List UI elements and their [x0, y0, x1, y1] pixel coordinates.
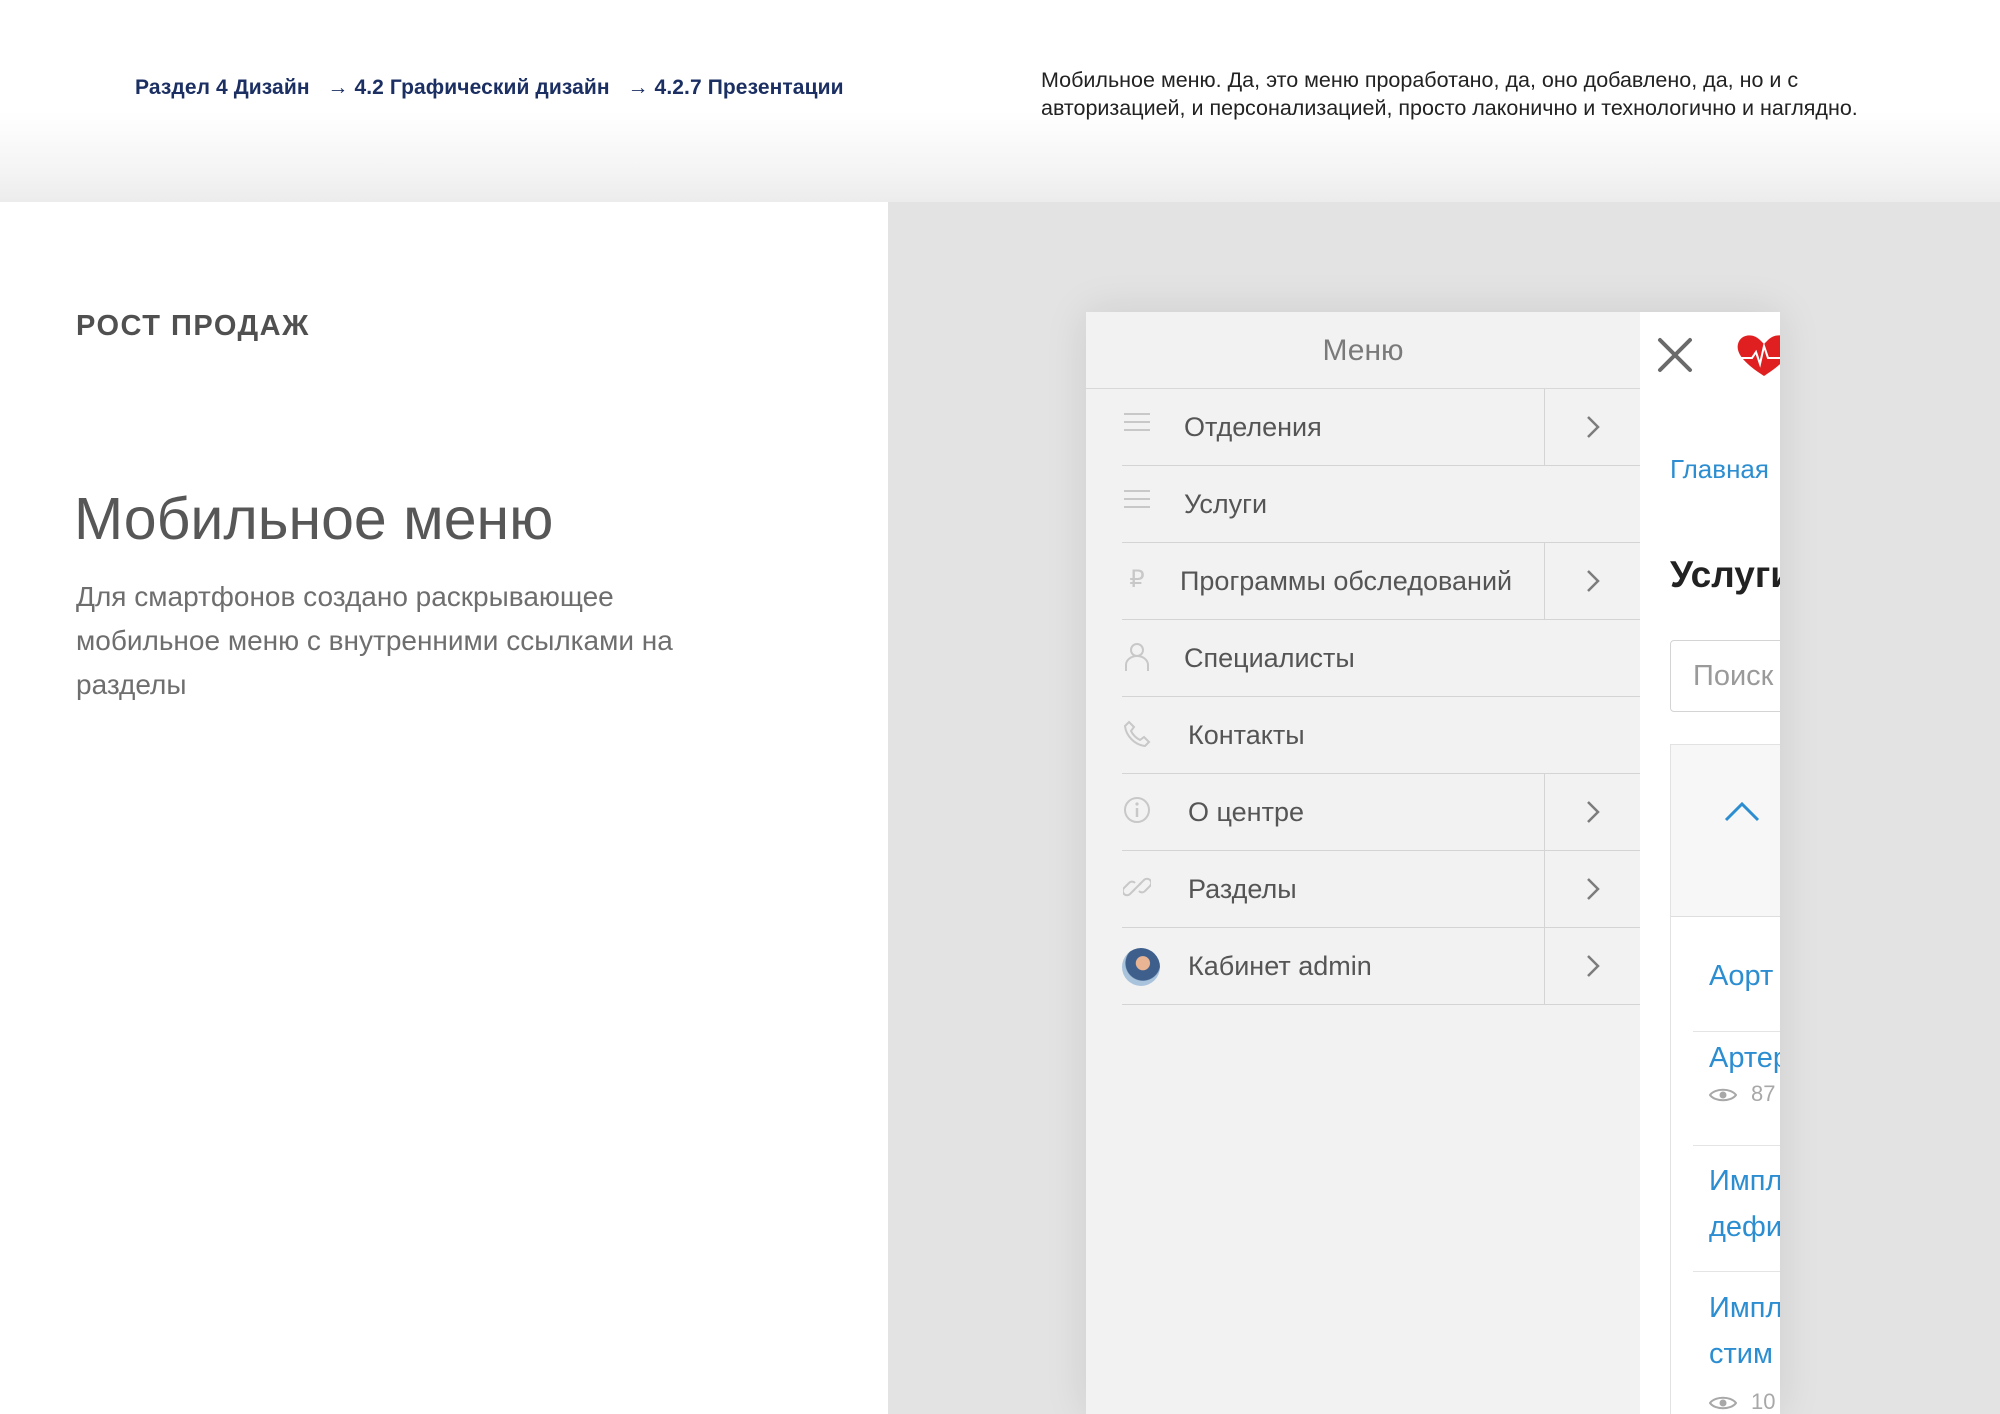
- link-icon: [1121, 873, 1153, 903]
- search-input[interactable]: Поиск: [1670, 640, 1780, 712]
- menu-item-departments[interactable]: Отделения: [1122, 389, 1640, 466]
- chevron-right-icon[interactable]: [1544, 774, 1640, 850]
- header-note: Мобильное меню. Да, это меню проработано…: [1041, 68, 1858, 120]
- mobile-menu-drawer: Меню Отделения Услуги ₽ Программы обслед…: [1086, 312, 1640, 1414]
- info-icon: [1122, 796, 1152, 826]
- chevron-up-icon[interactable]: [1723, 799, 1761, 823]
- menu-item-cabinet[interactable]: Кабинет admin: [1122, 928, 1640, 1005]
- chevron-right-icon[interactable]: [1544, 543, 1640, 619]
- menu-item-specialists[interactable]: Специалисты: [1122, 620, 1640, 697]
- chevron-right-icon[interactable]: [1544, 851, 1640, 927]
- breadcrumb-home-link[interactable]: Главная: [1670, 454, 1769, 485]
- page-behind-menu: Главная Услуги Поиск Аорт Артер 87 Импл …: [1640, 312, 1780, 1414]
- service-link[interactable]: дефи: [1709, 1204, 1780, 1250]
- service-link[interactable]: Импл: [1709, 1285, 1780, 1331]
- menu-item-label: Кабинет admin: [1188, 951, 1372, 981]
- left-panel: РОСТ ПРОДАЖ Мобильное меню Для смартфоно…: [0, 202, 888, 1414]
- close-icon[interactable]: [1656, 336, 1694, 374]
- breadcrumb: Раздел 4 Дизайн → 4.2 Графический дизайн…: [135, 76, 844, 100]
- menu-item-services[interactable]: Услуги: [1122, 466, 1640, 543]
- menu-item-label: О центре: [1188, 797, 1304, 827]
- menu-list: Отделения Услуги ₽ Программы обследовани…: [1121, 389, 1640, 1005]
- service-link[interactable]: Артер: [1709, 1035, 1780, 1081]
- chevron-right-icon[interactable]: [1544, 389, 1640, 465]
- section-tag: РОСТ ПРОДАЖ: [76, 310, 310, 342]
- menu-title: Меню: [1086, 312, 1640, 389]
- doctor-icon: [1122, 642, 1152, 672]
- phone-mockup: Меню Отделения Услуги ₽ Программы обслед…: [1086, 312, 1780, 1414]
- service-link[interactable]: Импл: [1709, 1158, 1780, 1204]
- menu-item-sections[interactable]: Разделы: [1121, 851, 1640, 928]
- breadcrumb-section[interactable]: Раздел 4 Дизайн: [135, 76, 310, 99]
- breadcrumb-subsection[interactable]: → 4.2 Графический дизайн: [327, 76, 609, 99]
- eye-icon: [1709, 1088, 1737, 1102]
- list-icon: [1122, 488, 1152, 518]
- menu-item-contacts[interactable]: Контакты: [1122, 697, 1640, 774]
- menu-item-label: Программы обследований: [1180, 566, 1513, 596]
- heart-logo-icon[interactable]: [1734, 332, 1780, 378]
- view-count: 10: [1709, 1389, 1775, 1414]
- menu-item-about[interactable]: О центре: [1122, 774, 1640, 851]
- services-card: Аорт Артер 87 Импл дефи Импл стим 10: [1670, 744, 1780, 1414]
- breadcrumb-current[interactable]: → 4.2.7 Презентации: [628, 76, 844, 99]
- list-icon: [1122, 411, 1152, 441]
- description: Для смартфонов создано раскрывающее моби…: [76, 581, 673, 700]
- phone-icon: [1122, 719, 1152, 749]
- menu-item-label: Контакты: [1188, 720, 1305, 750]
- menu-item-label: Разделы: [1188, 874, 1297, 904]
- menu-item-label: Услуги: [1184, 489, 1268, 519]
- service-link[interactable]: Аорт: [1709, 953, 1773, 999]
- services-heading: Услуги: [1670, 554, 1780, 595]
- eye-icon: [1709, 1396, 1737, 1410]
- service-link[interactable]: стим: [1709, 1331, 1773, 1377]
- view-count: 87: [1709, 1081, 1775, 1107]
- menu-item-programs[interactable]: ₽ Программы обследований: [1122, 543, 1640, 620]
- menu-item-label: Специалисты: [1184, 643, 1355, 673]
- collapse-toggle[interactable]: [1671, 745, 1780, 917]
- chevron-right-icon[interactable]: [1544, 928, 1640, 1004]
- top-header: Раздел 4 Дизайн → 4.2 Графический дизайн…: [0, 0, 2000, 202]
- ruble-icon: ₽: [1129, 566, 1145, 593]
- page-title: Мобильное меню: [74, 486, 554, 552]
- avatar: [1122, 948, 1160, 986]
- menu-item-label: Отделения: [1184, 412, 1322, 442]
